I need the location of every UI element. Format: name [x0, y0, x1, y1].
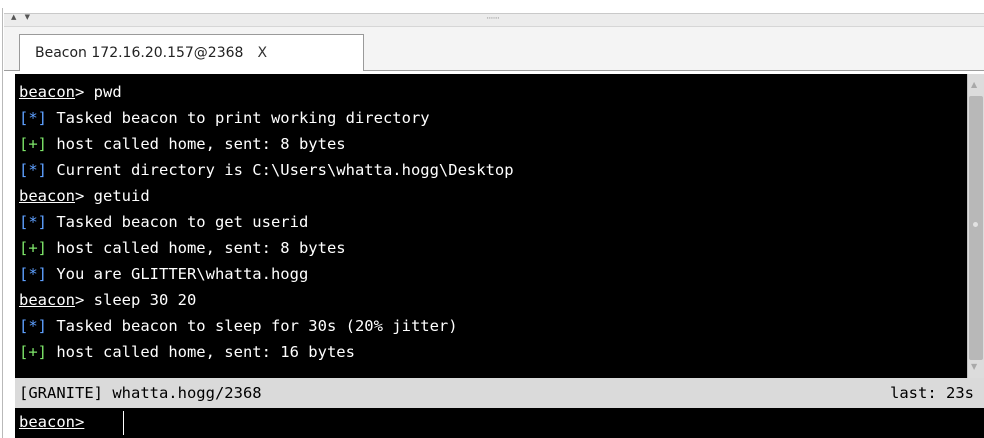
scroll-down-icon[interactable]: ▼	[971, 362, 977, 371]
scrollbar-grip-icon	[973, 222, 978, 227]
console-text: Tasked beacon to print working directory	[47, 109, 430, 127]
console-text: Tasked beacon to sleep for 30s (20% jitt…	[47, 317, 458, 335]
beacon-console-output: beacon> pwd [*] Tasked beacon to print wo…	[15, 74, 967, 378]
info-tag: [*]	[19, 317, 47, 335]
window-top	[0, 0, 984, 438]
console-text: > getuid	[75, 187, 150, 205]
console-text: Current directory is C:\Users\whatta.hog…	[47, 161, 514, 179]
input-prompt-word: beacon	[19, 413, 75, 431]
success-tag: [+]	[19, 343, 47, 361]
console-line: beacon> pwd	[19, 79, 967, 105]
beacon-status-bar: [GRANITE] whatta.hogg/2368 last: 23s	[15, 378, 984, 408]
tab-strip: Beacon 172.16.20.157@2368 X	[4, 27, 984, 71]
console-text: Tasked beacon to get userid	[47, 213, 309, 231]
console-line: [+] host called home, sent: 8 bytes	[19, 131, 967, 157]
input-prompt-symbol: >	[75, 413, 85, 431]
console-line: beacon> getuid	[19, 183, 967, 209]
window-left-border	[2, 8, 3, 438]
console-prompt: beacon	[19, 83, 75, 101]
console-line: [*] Tasked beacon to get userid	[19, 209, 967, 235]
console-line: [*] Tasked beacon to print working direc…	[19, 105, 967, 131]
console-line: [+] host called home, sent: 16 bytes	[19, 339, 967, 365]
command-input-bar: beacon>	[15, 408, 984, 438]
scrollbar-thumb[interactable]	[969, 96, 983, 360]
success-tag: [+]	[19, 135, 47, 153]
info-tag: [*]	[19, 109, 47, 127]
console-text: > sleep 30 20	[75, 291, 197, 309]
success-tag: [+]	[19, 239, 47, 257]
tab-label: Beacon 172.16.20.157@2368	[35, 45, 244, 61]
console-text: host called home, sent: 8 bytes	[47, 135, 346, 153]
input-prompt: beacon>	[19, 413, 84, 431]
console-line: [*] You are GLITTER\whatta.hogg	[19, 261, 967, 287]
status-last-checkin: last: 23s	[890, 384, 974, 402]
console-line: [*] Current directory is C:\Users\whatta…	[19, 157, 967, 183]
console-text: host called home, sent: 16 bytes	[47, 343, 355, 361]
info-tag: [*]	[19, 265, 47, 283]
command-input[interactable]	[123, 411, 973, 435]
console-text: > pwd	[75, 83, 122, 101]
status-session: [GRANITE] whatta.hogg/2368	[19, 384, 262, 402]
collapse-arrows-icon[interactable]: ▲ ▼	[11, 13, 33, 21]
console-line: [+] host called home, sent: 8 bytes	[19, 235, 967, 261]
console-prompt: beacon	[19, 187, 75, 205]
console-line: [*] Tasked beacon to sleep for 30s (20% …	[19, 313, 967, 339]
info-tag: [*]	[19, 161, 47, 179]
scroll-up-icon[interactable]: ▲	[971, 80, 977, 89]
console-prompt: beacon	[19, 291, 75, 309]
info-tag: [*]	[19, 213, 47, 231]
console-text: You are GLITTER\whatta.hogg	[47, 265, 309, 283]
console-lines: beacon> pwd [*] Tasked beacon to print wo…	[15, 74, 967, 365]
console-line: beacon> sleep 30 20	[19, 287, 967, 313]
splitter-grip-icon[interactable]: ·······	[486, 14, 500, 24]
console-text: host called home, sent: 8 bytes	[47, 239, 346, 257]
pane-splitter[interactable]: ▲ ▼ ·······	[4, 13, 984, 27]
tab-beacon[interactable]: Beacon 172.16.20.157@2368 X	[19, 34, 364, 71]
close-tab-icon[interactable]: X	[257, 45, 267, 61]
console-scrollbar[interactable]: ▲ ▼	[967, 74, 984, 378]
